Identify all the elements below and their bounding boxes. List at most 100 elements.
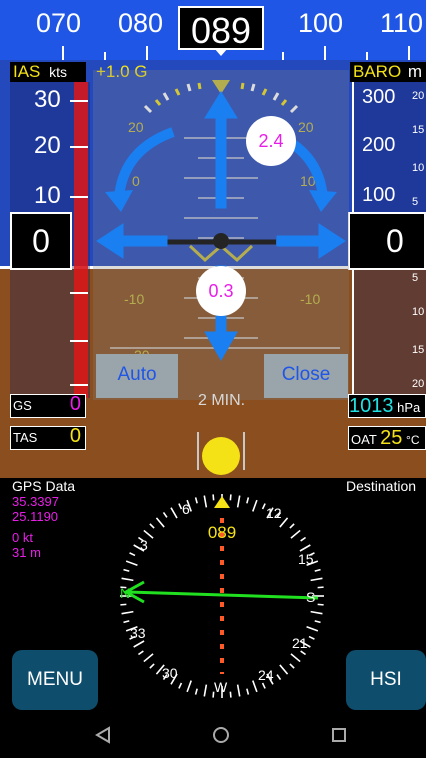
compass-tick: [276, 674, 282, 681]
slip-ball-icon: [202, 437, 240, 475]
compass-tick: [314, 568, 321, 572]
compass-tick: [310, 610, 323, 615]
heading-tape-label: 070: [36, 8, 82, 38]
compass-label: 24: [258, 667, 274, 683]
right-arrow-head-icon[interactable]: [318, 223, 346, 259]
gs-box: GS 0: [10, 393, 86, 418]
gs-value: 0: [69, 393, 81, 415]
compass-tick: [300, 536, 307, 542]
compass-tick: [279, 664, 289, 675]
compass-tick: [310, 577, 323, 582]
lubber-line-icon: [214, 496, 230, 508]
compass-tick: [121, 610, 134, 615]
gs-label: GS: [13, 398, 32, 413]
oat-box: OAT 25 °C: [348, 426, 426, 450]
compass-tick: [133, 640, 145, 648]
compass-tick: [123, 620, 130, 624]
pressure-box: 1013 hPa: [348, 394, 426, 418]
system-nav-bar: [0, 712, 426, 758]
heading-tick: [408, 46, 410, 60]
home-circle-icon[interactable]: [212, 726, 230, 744]
heading-tick: [324, 46, 326, 60]
rotate-left-arrow-icon[interactable]: [114, 127, 175, 199]
compass-tick: [314, 620, 321, 624]
pressure-unit: hPa: [397, 400, 421, 415]
up-arrow-icon[interactable]: [215, 109, 227, 209]
menu-button[interactable]: MENU: [12, 650, 98, 710]
heading-pointer-icon: [214, 48, 228, 56]
compass-tick: [229, 494, 232, 501]
tas-value: 0: [69, 425, 81, 447]
heading-tape-label: 100: [298, 8, 344, 38]
compass-tick: [212, 494, 215, 501]
compass-tick: [308, 635, 315, 640]
compass-tick: [123, 568, 130, 572]
compass-tick: [261, 503, 266, 510]
compass-tick: [289, 663, 295, 669]
compass-tick: [194, 497, 198, 504]
hsi-heading: 089: [208, 523, 236, 542]
compass-label: S: [306, 589, 315, 605]
compass-tick: [149, 663, 155, 669]
compass-tick: [121, 577, 134, 582]
compass-tick: [155, 517, 165, 528]
back-triangle-icon[interactable]: [94, 726, 112, 744]
oat-unit: °C: [406, 433, 420, 447]
compass-tick: [252, 680, 258, 693]
tas-label: TAS: [13, 430, 38, 445]
left-arrow-head-icon[interactable]: [96, 223, 124, 259]
compass-tick: [178, 682, 183, 689]
compass-label: 6: [182, 501, 190, 517]
compass-tick: [194, 688, 198, 695]
compass-tick: [306, 626, 319, 632]
compass-label: 33: [130, 625, 146, 641]
compass-tick: [229, 691, 232, 698]
overlay-value-top: 2.4: [246, 116, 296, 166]
oat-label: OAT: [351, 432, 377, 447]
overlay-arrows: [96, 91, 346, 362]
rotate-right-arrow-head-icon[interactable]: [309, 190, 337, 212]
compass-tick: [261, 682, 266, 689]
compass-tick: [129, 552, 136, 557]
heading-tick: [62, 46, 64, 60]
compass-tick: [125, 560, 138, 566]
overlay-value-bottom: 0.3: [196, 266, 246, 316]
compass-label: 15: [298, 551, 314, 567]
compass-label: 12: [266, 505, 282, 521]
compass-label: W: [214, 679, 228, 695]
compass-tick: [317, 603, 324, 606]
close-button[interactable]: Close: [264, 354, 348, 398]
compass-label: 30: [162, 665, 178, 681]
compass-label: 21: [292, 635, 308, 651]
heading-tape-label: 110: [380, 8, 424, 38]
compass-tick: [203, 684, 208, 697]
compass-tick: [290, 653, 301, 663]
compass-tick: [149, 523, 155, 529]
compass-tick: [236, 684, 241, 697]
compass-tick: [143, 653, 154, 663]
left-arrow-icon[interactable]: [118, 235, 168, 247]
compass-tick: [170, 507, 178, 519]
hsi-button[interactable]: HSI: [346, 650, 426, 710]
recent-square-icon[interactable]: [330, 726, 348, 744]
timer-label: 2 MIN.: [198, 392, 246, 409]
heading-tape-label: 080: [118, 8, 164, 38]
compass-tick: [203, 495, 208, 508]
compass-tick: [246, 688, 250, 695]
heading-readout: 089: [190, 10, 252, 51]
tas-box: TAS 0: [10, 425, 86, 450]
compass-tick: [252, 499, 258, 512]
rotate-left-arrow-head-icon[interactable]: [105, 190, 133, 212]
compass-tick: [137, 650, 144, 656]
oat-value: 25: [380, 427, 403, 449]
efis-screen: 070 080 100 110 089 IAS kts +1.0 G 30 20…: [0, 0, 426, 758]
up-arrow-head-icon[interactable]: [204, 91, 238, 119]
right-arrow-icon[interactable]: [276, 235, 324, 247]
compass-tick: [120, 603, 127, 606]
auto-button[interactable]: Auto: [96, 354, 178, 398]
heading-tick: [366, 52, 368, 60]
down-arrow-head-icon[interactable]: [204, 331, 238, 362]
compass-tick: [246, 497, 250, 504]
heading-tick: [282, 52, 284, 60]
pressure-value[interactable]: 1013: [349, 395, 394, 417]
